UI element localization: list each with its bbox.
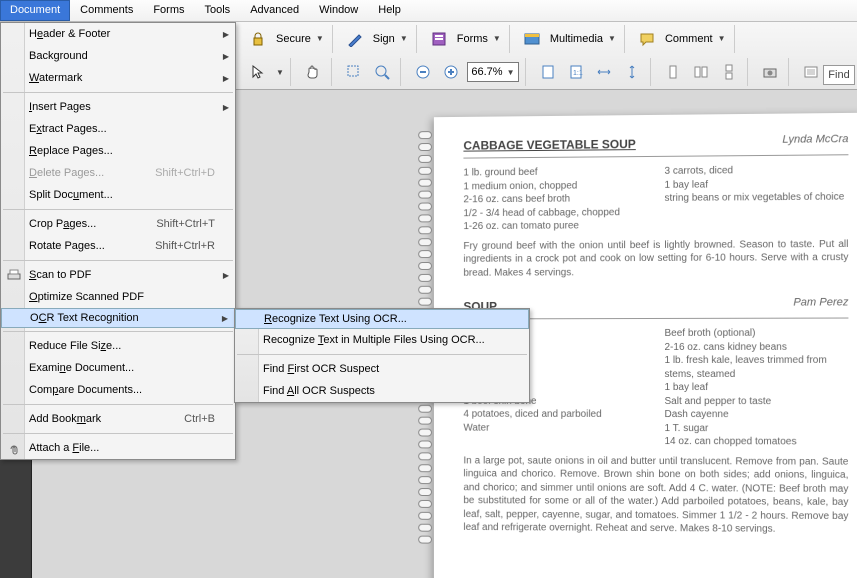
single-page-icon[interactable] (661, 60, 685, 84)
menu-comments[interactable]: Comments (70, 0, 143, 21)
zoom-level-field[interactable]: 66.7%▼ (467, 62, 519, 82)
menu-forms[interactable]: Forms (143, 0, 194, 21)
recipe-1-instructions: Fry ground beef with the onion until bee… (463, 237, 848, 279)
menu-header-footer[interactable]: Header & Footer (1, 23, 235, 45)
recipe-2-ingredients-col2: Beef broth (optional) 2-16 oz. cans kidn… (665, 327, 849, 449)
menu-scan-to-pdf[interactable]: Scan to PDF (1, 264, 235, 286)
menu-delete-pages: Delete Pages...Shift+Ctrl+D (1, 162, 235, 184)
zoom-dynamic-icon[interactable] (370, 60, 394, 84)
menu-attach-file[interactable]: Attach a File... (1, 437, 235, 459)
document-menu-dropdown: Header & Footer Background Watermark Ins… (0, 22, 236, 460)
sign-button[interactable]: Sign▼ (371, 33, 410, 45)
menu-advanced[interactable]: Advanced (240, 0, 309, 21)
ocr-submenu: Recognize Text Using OCR... Recognize Te… (234, 308, 530, 403)
hand-tool-icon[interactable] (301, 60, 325, 84)
recipe-1-author: Lynda McCra (782, 133, 848, 146)
actual-size-icon[interactable]: 1:1 (564, 60, 588, 84)
select-dropdown[interactable]: ▼ (276, 68, 284, 77)
menu-add-bookmark[interactable]: Add BookmarkCtrl+B (1, 408, 235, 430)
menu-background[interactable]: Background (1, 45, 235, 67)
menu-split-document[interactable]: Split Document... (1, 184, 235, 206)
menu-examine-document[interactable]: Examine Document... (1, 357, 235, 379)
fit-page-icon[interactable] (536, 60, 560, 84)
menubar: Document Comments Forms Tools Advanced W… (0, 0, 857, 22)
scanner-icon (6, 267, 22, 283)
menu-reduce-file-size[interactable]: Reduce File Size... (1, 335, 235, 357)
reading-mode-icon[interactable] (799, 60, 823, 84)
comment-icon[interactable] (635, 27, 659, 51)
continuous-icon[interactable] (717, 60, 741, 84)
find-field[interactable]: Find (823, 65, 855, 85)
recipe-2-instructions: In a large pot, saute onions in oil and … (463, 454, 848, 537)
menu-optimize-scanned[interactable]: Optimize Scanned PDF (1, 286, 235, 308)
submenu-recognize-multiple[interactable]: Recognize Text in Multiple Files Using O… (235, 329, 529, 351)
recipe-1-ingredients-col1: 1 lb. ground beef 1 medium onion, choppe… (463, 165, 644, 234)
fit-width-icon[interactable] (592, 60, 616, 84)
menu-document[interactable]: Document (0, 0, 70, 21)
secure-icon[interactable] (246, 27, 270, 51)
recipe-1-ingredients-col2: 3 carrots, diced 1 bay leaf string beans… (665, 163, 849, 232)
svg-text:1:1: 1:1 (573, 70, 583, 77)
select-tool-icon[interactable] (246, 60, 270, 84)
snapshot-icon[interactable] (758, 60, 782, 84)
forms-icon[interactable] (427, 27, 451, 51)
menu-insert-pages[interactable]: Insert Pages (1, 96, 235, 118)
forms-button[interactable]: Forms▼ (455, 33, 503, 45)
zoom-in-icon[interactable] (439, 60, 463, 84)
zoom-out-icon[interactable] (411, 60, 435, 84)
menu-rotate-pages[interactable]: Rotate Pages...Shift+Ctrl+R (1, 235, 235, 257)
menu-help[interactable]: Help (368, 0, 411, 21)
recipe-1-title: CABBAGE VEGETABLE SOUP (463, 137, 635, 153)
menu-compare-documents[interactable]: Compare Documents... (1, 379, 235, 401)
multimedia-icon[interactable] (520, 27, 544, 51)
menu-crop-pages[interactable]: Crop Pages...Shift+Ctrl+T (1, 213, 235, 235)
sign-icon[interactable] (343, 27, 367, 51)
menu-replace-pages[interactable]: Replace Pages... (1, 140, 235, 162)
menu-watermark[interactable]: Watermark (1, 67, 235, 89)
fit-height-icon[interactable] (620, 60, 644, 84)
menu-extract-pages[interactable]: Extract Pages... (1, 118, 235, 140)
submenu-find-all-suspects[interactable]: Find All OCR Suspects (235, 380, 529, 402)
recipe-1: CABBAGE VEGETABLE SOUP Lynda McCra 1 lb.… (463, 133, 848, 280)
comment-button[interactable]: Comment▼ (663, 33, 728, 45)
two-page-icon[interactable] (689, 60, 713, 84)
submenu-recognize-ocr[interactable]: Recognize Text Using OCR... (235, 309, 529, 329)
menu-window[interactable]: Window (309, 0, 368, 21)
multimedia-button[interactable]: Multimedia▼ (548, 33, 618, 45)
secure-button[interactable]: Secure▼ (274, 33, 326, 45)
submenu-find-first-suspect[interactable]: Find First OCR Suspect (235, 358, 529, 380)
marquee-zoom-icon[interactable] (342, 60, 366, 84)
menu-ocr-text-recognition[interactable]: OCR Text Recognition (1, 308, 235, 328)
menu-tools[interactable]: Tools (195, 0, 241, 21)
recipe-2-author: Pam Perez (793, 296, 848, 308)
paperclip-icon (6, 440, 22, 456)
